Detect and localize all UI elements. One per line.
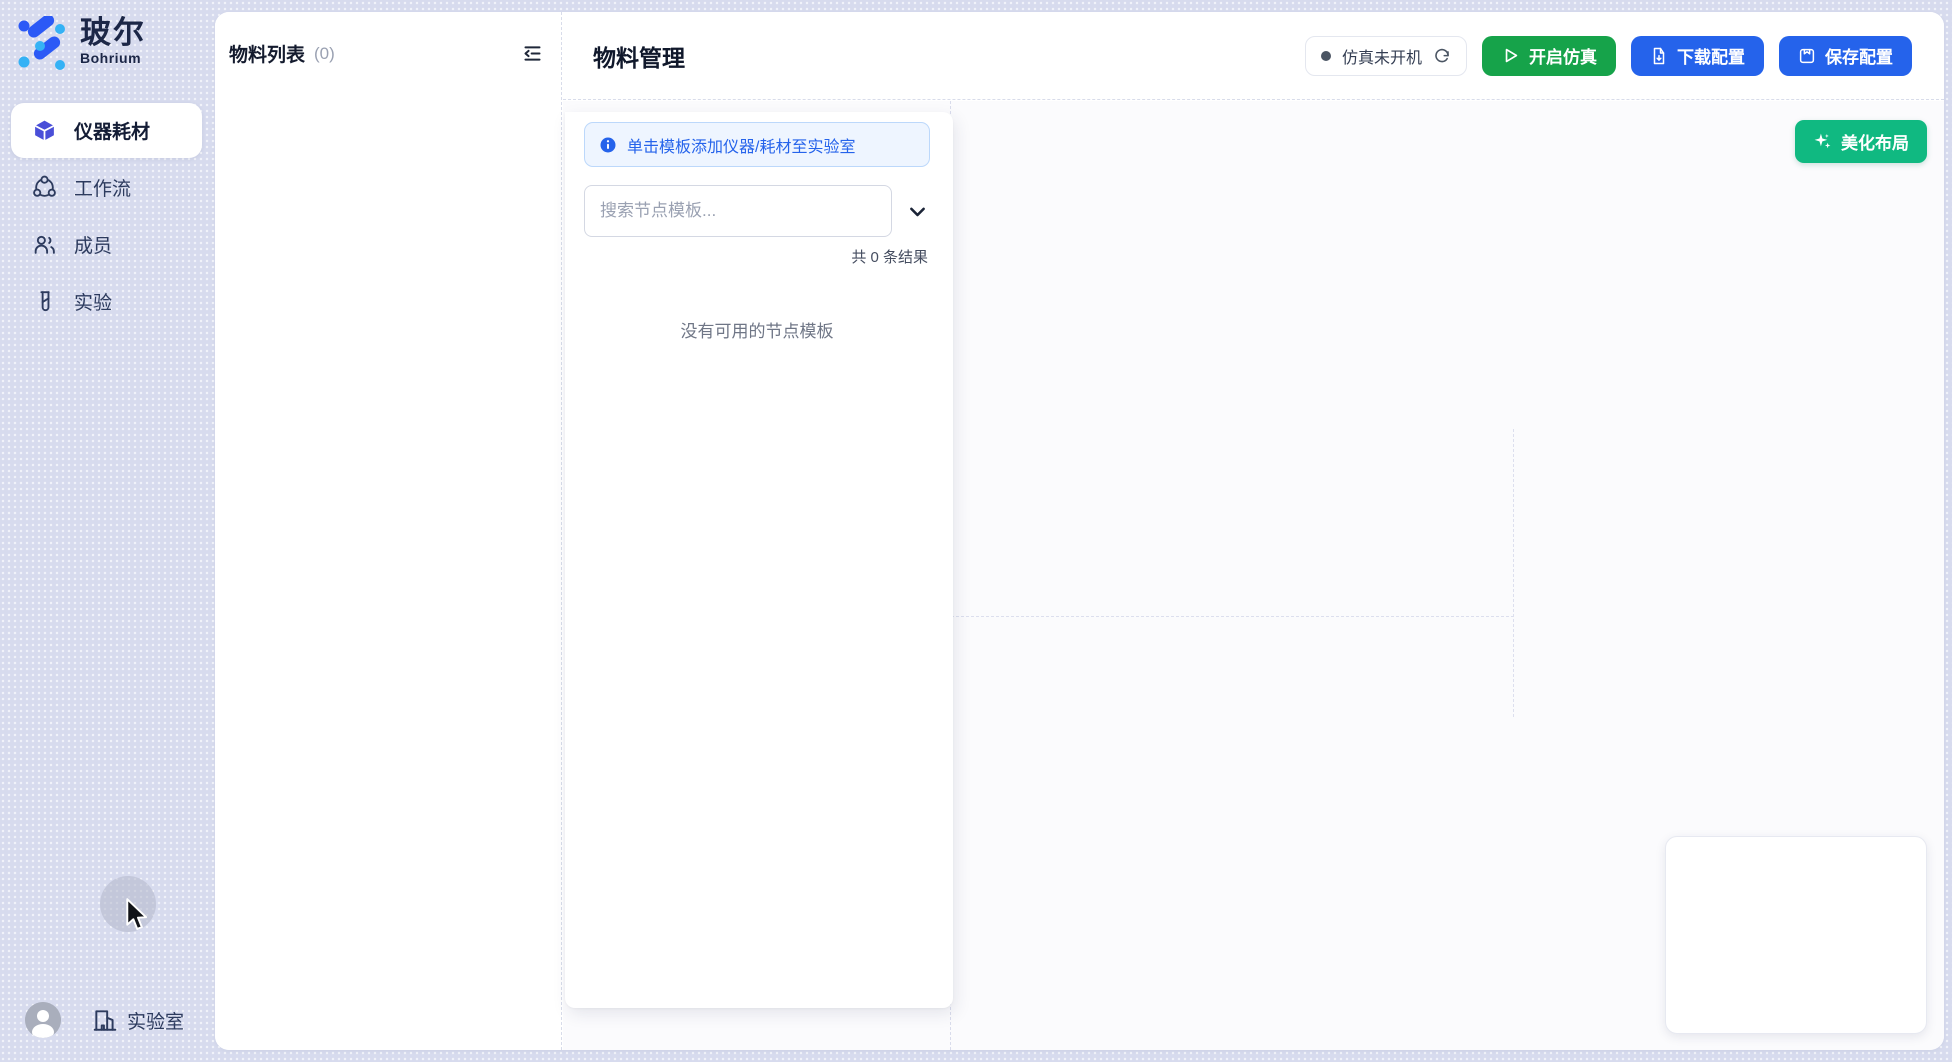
beautify-layout-button[interactable]: 美化布局: [1795, 120, 1927, 163]
main-content-card: 物料列表 (0) 物料管理 仿真未开机: [215, 12, 1944, 1050]
sidebar-item-label: 仪器耗材: [74, 117, 150, 144]
chevron-down-icon[interactable]: [907, 201, 928, 222]
sidebar-footer: 实验室: [25, 1002, 184, 1038]
material-list-count: (0): [314, 44, 335, 64]
bohrium-logo-icon: [16, 16, 68, 74]
canvas-guide-line: [951, 616, 1514, 617]
template-hint-banner: 单击模板添加仪器/耗材至实验室: [584, 122, 930, 167]
start-simulation-label: 开启仿真: [1529, 43, 1597, 68]
main-right-region: 物料管理 仿真未开机: [563, 12, 1944, 1050]
template-hint-text: 单击模板添加仪器/耗材至实验室: [627, 133, 855, 157]
template-search-input[interactable]: [584, 185, 892, 237]
play-icon: [1501, 46, 1520, 65]
save-config-button[interactable]: 保存配置: [1779, 36, 1912, 76]
users-icon: [32, 232, 57, 257]
simulation-status-pill: 仿真未开机: [1305, 36, 1467, 76]
template-empty-message: 没有可用的节点模板: [584, 317, 930, 342]
sidebar-menu: 仪器耗材 工作流 成员: [11, 103, 202, 331]
test-tube-icon: [32, 289, 57, 314]
file-download-icon: [1650, 47, 1668, 65]
info-icon: [599, 136, 617, 154]
sidebar-item-instruments[interactable]: 仪器耗材: [11, 103, 202, 158]
sidebar-item-members[interactable]: 成员: [11, 217, 202, 272]
header-actions: 仿真未开机 开启仿真: [1305, 36, 1912, 76]
status-dot-icon: [1321, 51, 1331, 61]
page-header: 物料管理 仿真未开机: [563, 12, 1944, 100]
flow-canvas[interactable]: 单击模板添加仪器/耗材至实验室 共 0 条结果 没有可用的节点模板: [563, 101, 1944, 1050]
page-title: 物料管理: [593, 39, 685, 73]
canvas-guide-line: [1513, 429, 1514, 717]
node-template-panel: 单击模板添加仪器/耗材至实验室 共 0 条结果 没有可用的节点模板: [565, 112, 953, 1008]
lab-label: 实验室: [127, 1007, 184, 1034]
download-config-button[interactable]: 下载配置: [1631, 36, 1764, 76]
sidebar-item-label: 成员: [74, 231, 112, 258]
sidebar-item-lab[interactable]: 实验室: [92, 1007, 184, 1034]
sidebar-item-experiment[interactable]: 实验: [11, 274, 202, 329]
start-simulation-button[interactable]: 开启仿真: [1482, 36, 1616, 76]
logo-subtitle: Bohrium: [80, 50, 146, 66]
download-config-label: 下载配置: [1677, 43, 1745, 68]
collapse-panel-icon[interactable]: [522, 43, 543, 64]
save-icon: [1798, 47, 1816, 65]
canvas-minimap[interactable]: [1665, 836, 1927, 1034]
sidebar-item-label: 实验: [74, 288, 112, 315]
sparkles-icon: [1813, 132, 1832, 151]
sidebar-item-workflow[interactable]: 工作流: [11, 160, 202, 215]
material-list-title: 物料列表: [229, 40, 305, 67]
sidebar-item-label: 工作流: [74, 174, 131, 201]
logo-title: 玻尔: [80, 16, 146, 50]
save-config-label: 保存配置: [1825, 43, 1893, 68]
sidebar: 玻尔 Bohrium 仪器耗材 工作流: [0, 0, 213, 1062]
app-logo[interactable]: 玻尔 Bohrium: [16, 16, 146, 74]
mouse-cursor: [124, 898, 150, 932]
simulation-status-label: 仿真未开机: [1342, 44, 1422, 68]
beautify-layout-label: 美化布局: [1841, 129, 1909, 154]
material-list-panel: 物料列表 (0): [215, 12, 562, 1050]
template-result-count: 共 0 条结果: [584, 246, 930, 267]
refresh-icon[interactable]: [1433, 47, 1451, 65]
user-avatar[interactable]: [25, 1002, 61, 1038]
node-network-icon: [32, 175, 57, 200]
building-icon: [92, 1007, 118, 1033]
package-box-icon: [32, 118, 57, 143]
